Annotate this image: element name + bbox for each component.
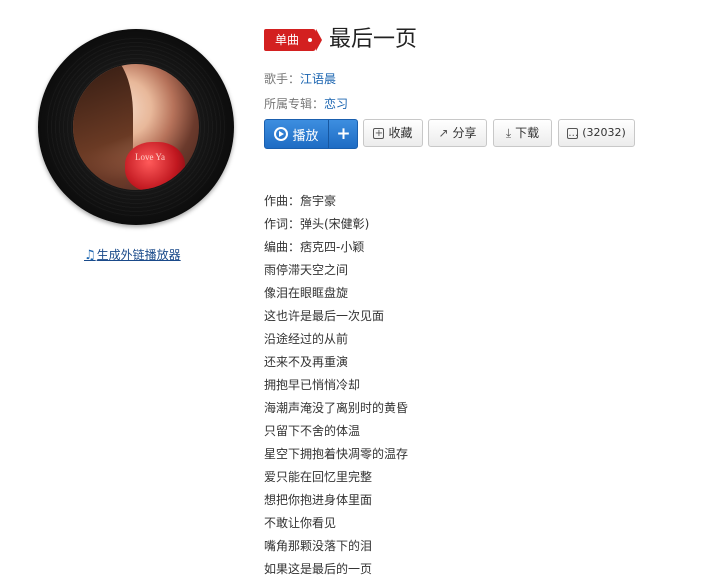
lyric-line: 不敢让你看见: [264, 516, 337, 530]
album-link[interactable]: 恋习: [324, 97, 348, 111]
lyric-line: 还来不及再重演: [264, 355, 349, 369]
comment-icon: …: [567, 127, 579, 139]
lyric-line: 如果这是最后的一页: [264, 562, 373, 576]
cover-caption: Love Ya: [135, 152, 166, 162]
lyrics-list: 作曲：詹宇豪 作词：弹头(宋健彰) 编曲：痞克四-小颖 雨停滞天空之间 像泪在眼…: [264, 191, 408, 582]
generate-player-link[interactable]: ♫生成外链播放器: [84, 246, 181, 263]
play-button-group: 播放 +: [264, 119, 358, 149]
download-label: 下载: [515, 126, 540, 140]
lyric-line: 编曲：痞克四-小颖: [264, 240, 365, 254]
lyric-line: 海潮声淹没了离别时的黄昏: [264, 401, 409, 415]
lyric-line: 雨停滞天空之间: [264, 263, 349, 277]
comment-button[interactable]: … (32032): [558, 119, 635, 147]
album-cover: Love Ya: [38, 29, 238, 229]
song-title: 最后一页: [329, 27, 418, 52]
badge-label: 单曲: [275, 33, 300, 47]
add-label: +: [336, 124, 351, 144]
album-row: 所属专辑：恋习: [264, 95, 348, 112]
download-icon: ⤓: [505, 126, 512, 140]
lyric-line: 只留下不舍的体温: [264, 424, 361, 438]
lyric-line: 星空下拥抱着快凋零的温存: [264, 447, 409, 461]
lyric-line: 嘴角那颗没落下的泪: [264, 539, 373, 553]
generate-player-label: 生成外链播放器: [96, 248, 181, 262]
share-button[interactable]: ↗ 分享: [428, 119, 487, 147]
collect-icon: +: [373, 127, 385, 139]
collect-button[interactable]: + 收藏: [363, 119, 423, 147]
lyric-line: 爱只能在回忆里完整: [264, 470, 373, 484]
album-label: 所属专辑：: [264, 97, 325, 111]
collect-label: 收藏: [388, 126, 413, 140]
lyric-line: 作词：弹头(宋健彰): [264, 217, 370, 231]
share-label: 分享: [452, 126, 477, 140]
lyric-line: 想把你抱进身体里面: [264, 493, 373, 507]
share-icon: ↗: [438, 126, 449, 140]
lyric-line: 拥抱早已悄悄冷却: [264, 378, 361, 392]
lyric-line: 沿途经过的从前: [264, 332, 349, 346]
play-button[interactable]: 播放: [265, 120, 328, 148]
lyric-line: 这也许是最后一次见面: [264, 309, 385, 323]
badge-dot-icon: [308, 38, 312, 42]
play-label: 播放: [292, 128, 319, 144]
download-button[interactable]: ⤓ 下载: [493, 119, 552, 147]
lyric-line: 像泪在眼眶盘旋: [264, 286, 349, 300]
single-badge: 单曲: [264, 29, 322, 51]
play-icon: [274, 127, 289, 141]
singer-row: 歌手：江语晨: [264, 70, 336, 87]
lyric-line: 作曲：詹宇豪: [264, 194, 337, 208]
singer-link[interactable]: 江语晨: [300, 72, 336, 86]
comment-count: (32032): [582, 126, 626, 139]
add-to-playlist-button[interactable]: +: [329, 120, 358, 148]
cover-photo: Love Ya: [73, 64, 199, 190]
music-note-icon: ♫: [84, 248, 96, 263]
singer-label: 歌手：: [264, 72, 301, 86]
